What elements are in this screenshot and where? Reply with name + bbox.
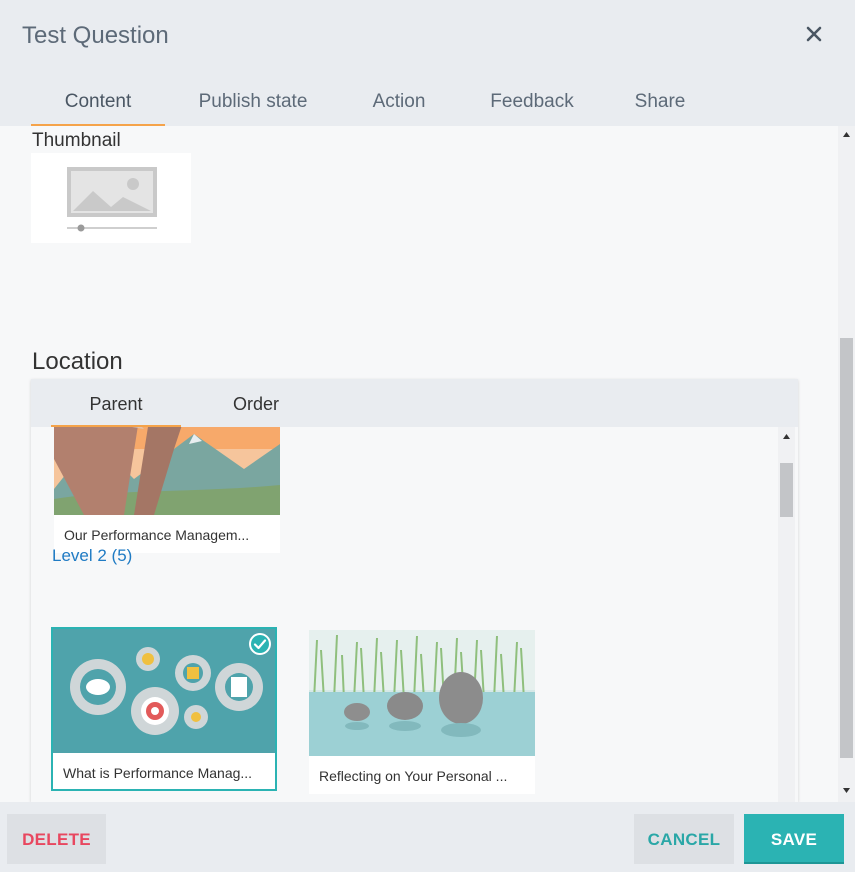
- dialog-header: Test Question Content Publish state Acti…: [0, 0, 855, 126]
- scroll-up-icon[interactable]: [782, 432, 791, 441]
- card-caption: Our Performance Managem...: [64, 527, 250, 543]
- close-icon: [806, 26, 822, 42]
- card-image: [309, 630, 535, 756]
- tab-feedback[interactable]: Feedback: [478, 80, 586, 126]
- tab-publish-state[interactable]: Publish state: [185, 80, 321, 126]
- level2-card-selected[interactable]: What is Performance Manag...: [51, 627, 277, 791]
- tab-parent[interactable]: Parent: [51, 379, 181, 427]
- card-image: [53, 629, 275, 753]
- save-button[interactable]: SAVE: [744, 814, 844, 864]
- thumbnail-label: Thumbnail: [32, 130, 121, 151]
- image-placeholder-icon: [67, 167, 157, 232]
- location-panel: Parent Order Our Performance Managem... …: [31, 379, 798, 802]
- cancel-button[interactable]: CANCEL: [634, 814, 734, 864]
- tab-content[interactable]: Content: [31, 80, 165, 126]
- dialog-title: Test Question: [22, 22, 169, 49]
- content-scroll-area: Thumbnail Location Parent Order Our Perf…: [0, 126, 838, 802]
- level-heading[interactable]: Level 2 (5): [52, 546, 132, 566]
- content-scrollbar[interactable]: [838, 126, 855, 802]
- dialog-footer: DELETE CANCEL SAVE: [0, 802, 855, 872]
- selected-check-icon: [249, 633, 271, 655]
- delete-button[interactable]: DELETE: [7, 814, 106, 864]
- tab-bar: Content Publish state Action Feedback Sh…: [0, 80, 855, 126]
- scrollbar-thumb[interactable]: [780, 463, 793, 517]
- scrollbar-thumb[interactable]: [840, 338, 853, 758]
- card-image: [54, 427, 280, 515]
- card-caption: What is Performance Manag...: [63, 765, 253, 781]
- tab-order[interactable]: Order: [206, 379, 306, 427]
- parent-list-area: Our Performance Managem... Level 2 (5) W…: [31, 427, 798, 802]
- location-label: Location: [32, 348, 123, 375]
- parent-card[interactable]: Our Performance Managem...: [54, 427, 280, 553]
- level2-card[interactable]: Reflecting on Your Personal ...: [309, 630, 535, 794]
- tab-action[interactable]: Action: [356, 80, 442, 126]
- tab-share[interactable]: Share: [620, 80, 700, 126]
- parent-list-scrollbar[interactable]: [778, 427, 795, 802]
- location-tab-bar: Parent Order: [31, 379, 798, 427]
- scroll-down-icon[interactable]: [842, 786, 851, 795]
- thumbnail-preview[interactable]: [31, 153, 191, 243]
- card-caption: Reflecting on Your Personal ...: [319, 768, 508, 784]
- scroll-up-icon[interactable]: [842, 130, 851, 139]
- close-button[interactable]: [800, 20, 828, 48]
